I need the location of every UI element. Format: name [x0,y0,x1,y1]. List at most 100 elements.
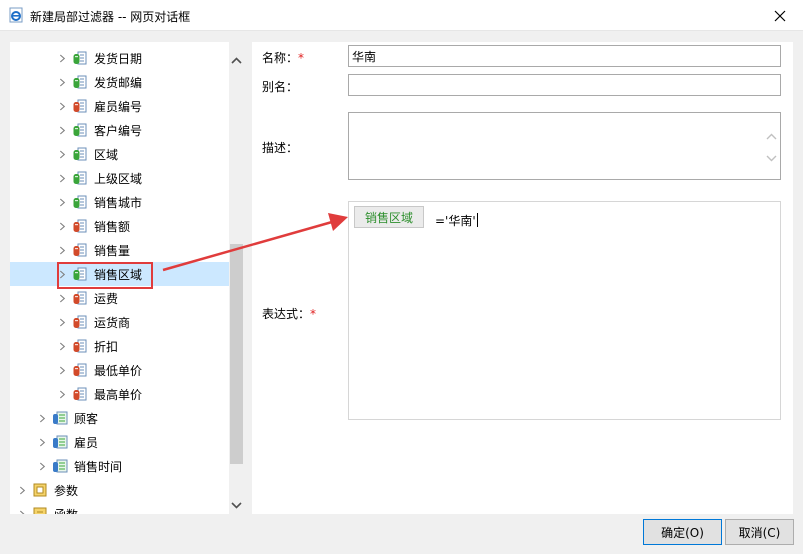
tree-item[interactable]: 最高单价 [10,382,229,406]
scroll-up-button[interactable] [229,52,244,69]
tree-item-label: 运费 [94,291,119,306]
field-green-icon [72,122,88,138]
expression-text: ='华南' [435,213,478,228]
ok-button[interactable]: 确定(O) [643,519,722,545]
table-icon [52,458,68,474]
filter-form: 名称：* 别名： 描述： 表达式：* 销售区域 ='华南' [252,42,793,514]
expand-chevron-icon[interactable] [54,142,70,166]
field-red-icon [72,290,88,306]
tree-item[interactable]: 折扣 [10,334,229,358]
tree-item-label: 销售量 [94,243,131,258]
tree-item-label: 发货邮编 [94,75,143,90]
expand-chevron-icon[interactable] [54,94,70,118]
alias-label: 别名： [262,80,299,94]
tree-item[interactable]: 销售时间 [10,454,229,478]
title-bar: 新建局部过滤器 -- 网页对话框 [0,0,803,31]
tree-item[interactable]: 发货邮编 [10,70,229,94]
tree-item[interactable]: 运费 [10,286,229,310]
tree-item-label: 折扣 [94,339,119,354]
tree-item-label: 销售区域 [94,267,143,282]
field-tree: 发货日期发货邮编雇员编号客户编号区域上级区域销售城市 销售额销售量销售区域运费运货… [10,42,229,514]
expand-chevron-icon[interactable] [34,406,50,430]
expand-chevron-icon[interactable] [54,358,70,382]
expression-field-chip[interactable]: 销售区域 [354,206,425,228]
field-green-icon [72,74,88,90]
tree-item[interactable]: 雇员编号 [10,94,229,118]
expand-chevron-icon[interactable] [54,214,70,238]
field-green-icon [72,170,88,186]
tree-item[interactable]: 销售区域 [10,262,229,286]
tree-item-label: 雇员 [74,435,99,450]
tree-item[interactable]: 区域 [10,142,229,166]
table-icon [52,434,68,450]
tree-item-label: 运货商 [94,315,131,330]
tree-item-label: 销售时间 [74,459,123,474]
field-red-icon [72,218,88,234]
desc-scroll-up-button[interactable] [764,129,778,143]
expand-chevron-icon[interactable] [54,166,70,190]
tree-item[interactable]: 销售城市 [10,190,229,214]
expand-chevron-icon[interactable] [14,502,30,514]
expand-chevron-icon[interactable] [34,430,50,454]
field-green-icon [72,194,88,210]
dialog-client: 发货日期 发货邮编 雇员编号 客户编号 区域 上级区域 销售城市 销售额 销售量 销售区域 运费 运货… [0,31,803,554]
tree-item-label: 区域 [94,147,119,162]
window-title: 新建局部过滤器 -- 网页对话框 [30,10,191,24]
chevron-down-icon [766,155,776,161]
text-caret [476,213,478,227]
name-label: 名称：* [262,51,305,65]
tree-item[interactable]: 函数 [10,502,229,514]
expand-chevron-icon[interactable] [34,454,50,478]
field-red-icon [72,98,88,114]
expand-chevron-icon[interactable] [54,70,70,94]
expand-chevron-icon[interactable] [54,382,70,406]
expand-chevron-icon[interactable] [54,118,70,142]
expand-chevron-icon[interactable] [54,46,70,70]
tree-item-label: 上级区域 [94,171,143,186]
field-green-icon [72,266,88,282]
field-red-icon [72,362,88,378]
desc-scroll-down-button[interactable] [764,151,778,165]
expression-label: 表达式：* [262,307,317,321]
chevron-up-icon [231,57,242,64]
expand-chevron-icon[interactable] [54,238,70,262]
tree-item-label: 函数 [54,506,78,515]
tree-item-label: 最低单价 [94,363,143,378]
tree-item[interactable]: 客户编号 [10,118,229,142]
required-mark: * [310,307,317,321]
tree-item[interactable]: 运货商 [10,310,229,334]
description-textarea[interactable] [348,112,781,180]
tree-item-label: 顾客 [74,411,99,426]
expand-chevron-icon[interactable] [54,262,70,286]
tree-item[interactable]: 顾客 [10,406,229,430]
tree-item[interactable]: 最低单价 [10,358,229,382]
scroll-thumb[interactable] [230,244,243,464]
chevron-up-icon [766,133,776,139]
expand-chevron-icon[interactable] [14,478,30,502]
tree-item-label: 雇员编号 [94,99,143,114]
name-input[interactable] [348,45,781,67]
expand-chevron-icon[interactable] [54,190,70,214]
alias-input[interactable] [348,74,781,96]
cancel-button[interactable]: 取消(C) [725,519,794,545]
scroll-down-button[interactable] [229,497,244,514]
expand-chevron-icon[interactable] [54,334,70,358]
tree-scrollbar[interactable] [229,42,244,514]
close-icon [774,10,786,21]
close-button[interactable] [757,0,803,31]
chevron-down-icon [231,502,242,509]
tree-item-label: 发货日期 [94,51,143,66]
field-red-icon [72,338,88,354]
tree-item-label: 客户编号 [94,123,143,138]
tree-item[interactable]: 雇员 [10,430,229,454]
tree-item[interactable]: 销售量 [10,238,229,262]
expand-chevron-icon[interactable] [54,310,70,334]
tree-item[interactable]: 销售额 [10,214,229,238]
tree-item[interactable]: 参数 [10,478,229,502]
field-green-icon [72,146,88,162]
expand-chevron-icon[interactable] [54,286,70,310]
tree-item[interactable]: 上级区域 [10,166,229,190]
panel-splitter[interactable] [244,42,252,514]
expression-editor[interactable]: 销售区域 ='华南' [348,201,781,420]
tree-item[interactable]: 发货日期 [10,46,229,70]
